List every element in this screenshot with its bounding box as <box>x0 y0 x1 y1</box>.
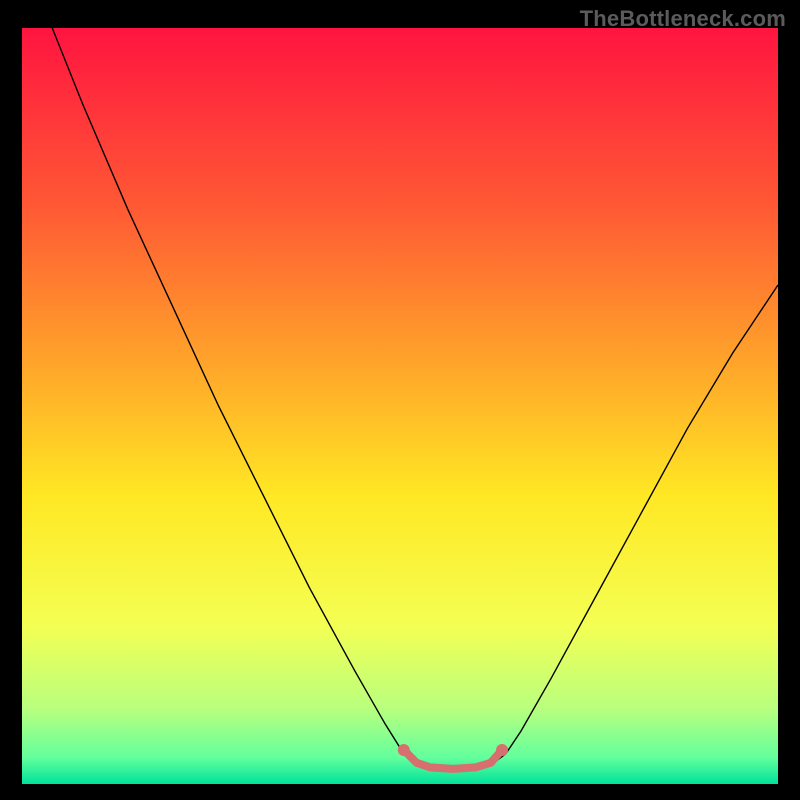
chart-svg <box>22 28 778 784</box>
watermark-text: TheBottleneck.com <box>580 6 786 32</box>
chart-plot <box>22 28 778 784</box>
series-bottom-highlight-endpoint-0 <box>398 744 410 756</box>
chart-background <box>22 28 778 784</box>
chart-frame: TheBottleneck.com <box>0 0 800 800</box>
series-bottom-highlight-endpoint-1 <box>496 744 508 756</box>
